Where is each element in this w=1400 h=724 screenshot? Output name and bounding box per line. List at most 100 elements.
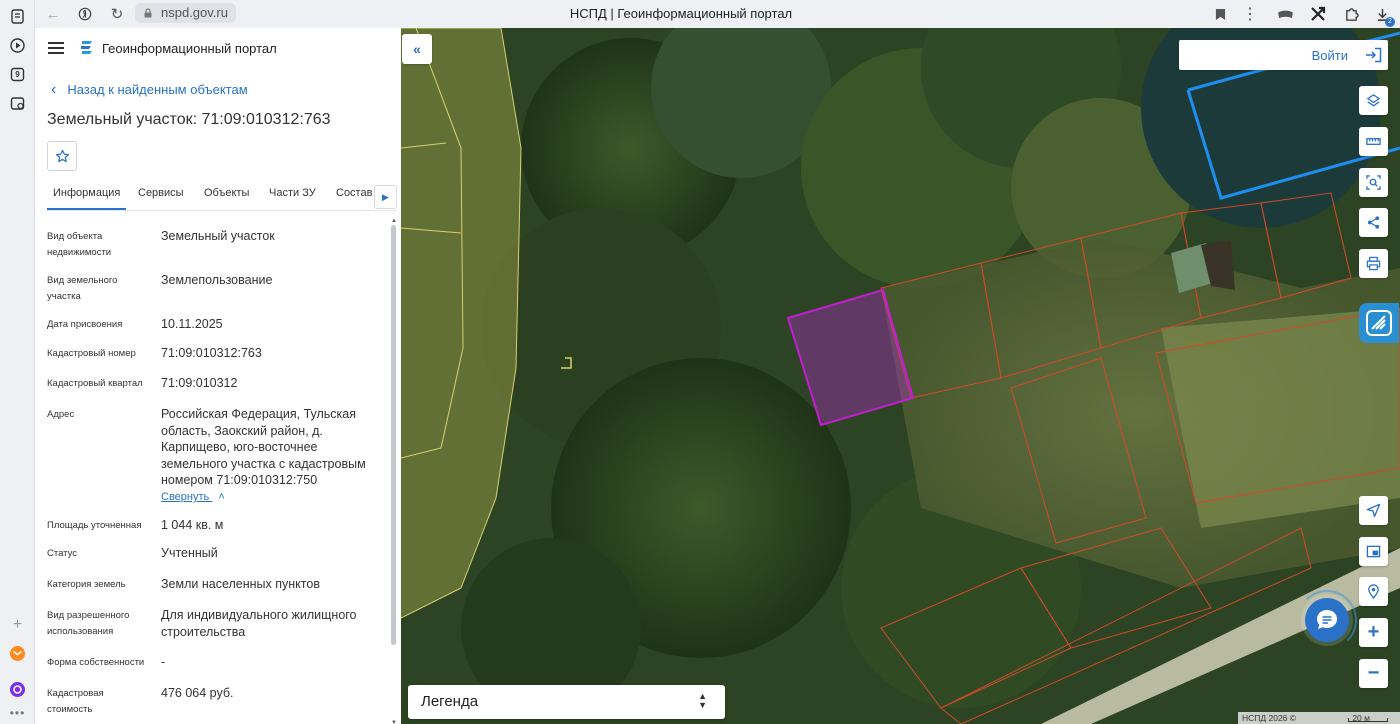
attribution-text: НСПД 2026 ©	[1242, 713, 1297, 723]
settings-panel-icon[interactable]	[9, 95, 26, 112]
panel-scrollbar[interactable]: ▲ ▼	[390, 218, 397, 724]
login-button[interactable]: Войти	[1179, 40, 1388, 70]
play-icon[interactable]	[9, 37, 26, 54]
location-search-button[interactable]	[1359, 577, 1388, 606]
property-label: Вид объекта недвижимости	[47, 231, 112, 258]
geolocation-button[interactable]	[1359, 496, 1388, 525]
rosreestr-button[interactable]	[1359, 303, 1399, 343]
login-label: Войти	[1311, 47, 1348, 63]
property-label: Кадастровый номер	[47, 348, 136, 359]
address-value: Российская Федерация, Тульская область, …	[161, 407, 366, 487]
browser-sidebar: 9 + •••	[0, 0, 35, 724]
collapse-address-link[interactable]: Свернуть ˄	[161, 491, 225, 503]
legend-dropdown[interactable]: Легенда ▲ ▼	[408, 685, 725, 719]
property-label: Вид разрешенного использования	[47, 610, 130, 637]
search-area-icon	[1366, 175, 1381, 190]
tab-composition[interactable]: Состав	[336, 187, 372, 210]
back-to-results-link[interactable]: ‹ Назад к найденным объектам	[51, 82, 248, 98]
property-value: Учтенный	[161, 546, 218, 560]
hamburger-menu-icon[interactable]	[48, 42, 64, 54]
sidebar-badge-label: 9	[15, 70, 20, 79]
property-value: 476 064 руб.	[161, 686, 234, 700]
property-label: Категория земель	[47, 579, 126, 590]
chat-button[interactable]	[1305, 598, 1349, 642]
layers-button[interactable]	[1359, 86, 1388, 115]
property-value: Для индивидуального жилищного строительс…	[161, 608, 357, 639]
map-attribution: НСПД 2026 © 20 м	[1238, 712, 1400, 724]
minimap-icon	[1366, 545, 1381, 558]
scroll-thumb[interactable]	[391, 225, 396, 645]
property-label: Кадастровый квартал	[47, 378, 143, 389]
scroll-down-icon[interactable]: ▼	[391, 720, 397, 724]
property-label: Площадь уточненная	[47, 520, 142, 531]
property-value: 10.11.2025	[161, 317, 223, 331]
portal-logo-icon	[81, 41, 92, 54]
chevron-up-icon: ˄	[218, 491, 225, 503]
property-value[interactable]: 71:09:010312:763	[161, 345, 383, 362]
property-value: 1 044 кв. м	[161, 518, 224, 532]
mail-app-icon[interactable]	[9, 645, 26, 662]
add-panel-icon[interactable]: +	[9, 616, 26, 633]
zoom-out-button[interactable]: −	[1359, 659, 1388, 688]
tab-services[interactable]: Сервисы	[138, 187, 184, 210]
rosreestr-logo-icon	[1366, 310, 1392, 336]
collapse-panel-button[interactable]: «	[402, 34, 432, 64]
scale-bar	[1348, 718, 1388, 722]
favorite-button[interactable]	[47, 141, 77, 171]
property-value: -	[161, 655, 166, 669]
downloads-icon[interactable]: 2	[1373, 5, 1395, 27]
menu-dots-icon[interactable]: ⋮	[1241, 5, 1259, 23]
ruler-icon	[1366, 138, 1381, 145]
extension-puzzle-icon[interactable]	[1342, 5, 1360, 23]
property-value: Земли населенных пунктов	[161, 577, 320, 591]
page-title: НСПД | Геоинформационный портал	[569, 6, 793, 21]
portal-name: Геоинформационный портал	[102, 41, 277, 56]
double-chevron-left-icon: «	[413, 41, 421, 57]
print-icon	[1366, 256, 1381, 271]
property-label: Вид земельного участка	[47, 275, 118, 302]
map-pin-icon	[1368, 584, 1379, 599]
map-view[interactable]	[401, 28, 1400, 724]
minus-icon: −	[1367, 662, 1380, 684]
expand-collapse-icon: ▲ ▼	[698, 691, 707, 710]
counter-badge-icon[interactable]: 9	[9, 66, 26, 83]
hat-icon[interactable]	[1276, 5, 1294, 23]
tabs-scroll-right-button[interactable]: ▶	[374, 185, 397, 209]
collapse-label: Свернуть	[161, 491, 210, 503]
tab-parts[interactable]: Части ЗУ	[269, 187, 316, 210]
property-label: Дата присвоения	[47, 319, 123, 330]
legend-label: Легенда	[421, 693, 479, 710]
minimap-button[interactable]	[1359, 537, 1388, 566]
property-value: Землепользование	[161, 273, 273, 287]
star-icon	[55, 149, 69, 162]
bookmarks-icon[interactable]	[9, 8, 26, 25]
layers-icon	[1366, 94, 1381, 107]
satellite-map-image	[401, 28, 1400, 724]
area-search-button[interactable]	[1359, 168, 1388, 197]
login-icon	[1366, 47, 1382, 63]
share-button[interactable]	[1359, 208, 1388, 237]
property-label: Кадастровая стоимость	[47, 688, 104, 715]
object-info-panel: Геоинформационный портал ‹ Назад к найде…	[35, 28, 401, 724]
back-link-label: Назад к найденным объектам	[67, 82, 248, 97]
alice-app-icon[interactable]	[9, 681, 26, 698]
plus-icon: +	[1367, 621, 1380, 643]
property-label: Форма собственности	[47, 657, 145, 668]
share-icon	[1367, 216, 1380, 229]
property-label: Адрес	[47, 409, 75, 420]
browser-toolbar: ← ↻ nspd.gov.ru НСПД | Геоинформационный…	[35, 0, 1400, 28]
extension-arrows-icon[interactable]	[1309, 5, 1327, 23]
print-button[interactable]	[1359, 249, 1388, 278]
navigation-arrow-icon	[1366, 503, 1381, 518]
measure-button[interactable]	[1359, 127, 1388, 156]
tab-objects[interactable]: Объекты	[204, 187, 249, 210]
zoom-in-button[interactable]: +	[1359, 618, 1388, 647]
panel-tabs: Информация Сервисы Объекты Части ЗУ Сост…	[47, 187, 397, 211]
property-label: Статус	[47, 548, 78, 559]
downloads-badge: 2	[1385, 17, 1395, 27]
bookmark-flag-icon[interactable]	[1211, 5, 1229, 23]
more-icon[interactable]: •••	[9, 704, 26, 721]
tab-information[interactable]: Информация	[47, 187, 127, 210]
property-value[interactable]: 71:09:010312	[161, 375, 383, 392]
scroll-up-icon[interactable]: ▲	[391, 218, 397, 224]
